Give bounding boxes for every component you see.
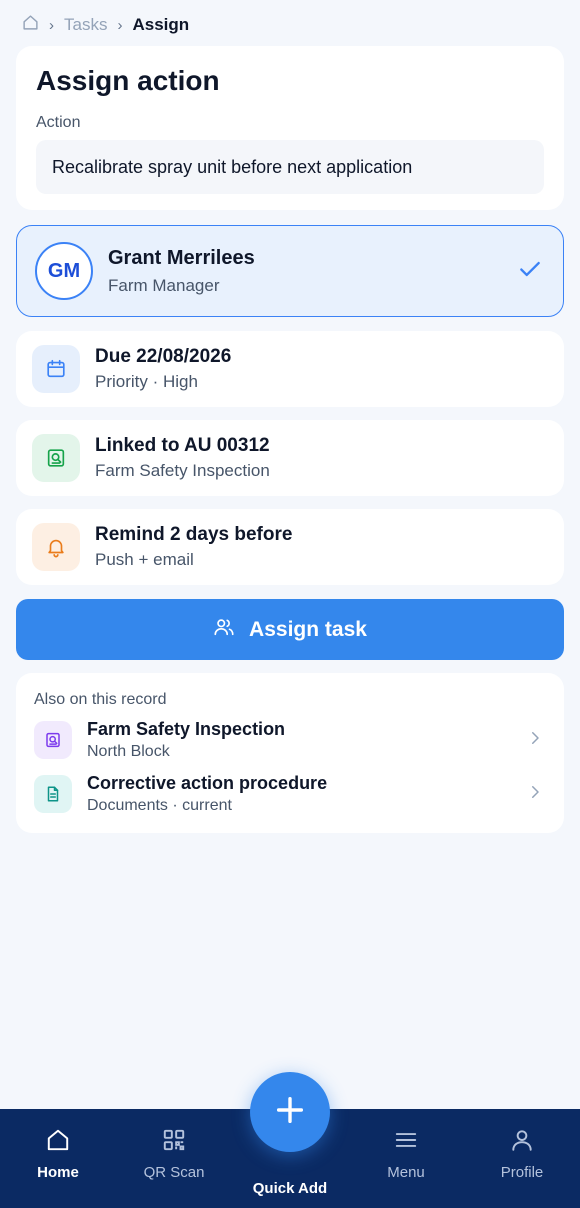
related-records-card: Also on this record Farm Safety Inspecti… — [16, 673, 564, 833]
action-field[interactable]: Recalibrate spray unit before next appli… — [36, 140, 544, 194]
page-title: Assign action — [36, 65, 220, 96]
users-icon — [213, 616, 235, 644]
breadcrumb-separator: › — [49, 16, 54, 34]
due-subtitle: Priority · High — [95, 372, 198, 391]
reminder-subtitle: Push + email — [95, 550, 194, 569]
reminder-title: Remind 2 days before — [95, 524, 293, 545]
inspection-icon — [32, 434, 80, 482]
bell-icon — [32, 523, 80, 571]
avatar: GM — [35, 242, 93, 300]
nav-menu-label: Menu — [387, 1164, 425, 1181]
chevron-right-icon — [526, 783, 546, 806]
assignee-role: Farm Manager — [108, 275, 220, 295]
action-label: Action — [36, 114, 81, 131]
document-icon — [34, 775, 72, 813]
related-item-subtitle: North Block — [87, 743, 170, 760]
quick-add-button[interactable] — [250, 1072, 330, 1152]
quick-add-label: Quick Add — [252, 1180, 328, 1197]
related-heading: Also on this record — [34, 691, 167, 708]
profile-icon — [509, 1127, 535, 1158]
nav-menu[interactable]: Menu — [361, 1127, 451, 1181]
nav-home-label: Home — [37, 1164, 79, 1181]
menu-icon — [393, 1127, 419, 1158]
assignee-name: Grant Merrilees — [108, 246, 255, 269]
nav-qr-label: QR Scan — [143, 1164, 205, 1181]
breadcrumb: › Tasks › Assign — [22, 14, 189, 36]
nav-profile-label: Profile — [500, 1164, 544, 1181]
home-icon[interactable] — [22, 14, 39, 36]
assign-action-card: Assign action Action Recalibrate spray u… — [16, 46, 564, 210]
related-item-title: Corrective action procedure — [87, 773, 328, 793]
plus-icon — [273, 1093, 307, 1132]
nav-home[interactable]: Home — [13, 1127, 103, 1181]
action-value: Recalibrate spray unit before next appli… — [52, 156, 413, 177]
inspection-icon — [34, 721, 72, 759]
related-item-inspection[interactable]: Farm Safety Inspection North Block — [34, 715, 546, 765]
breadcrumb-current: Assign — [132, 15, 190, 34]
calendar-icon — [32, 345, 80, 393]
related-item-procedure[interactable]: Corrective action procedure Documents · … — [34, 769, 546, 819]
due-date-card[interactable]: Due 22/08/2026 Priority · High — [16, 331, 564, 407]
related-item-title: Farm Safety Inspection — [87, 719, 286, 739]
home-icon — [45, 1127, 71, 1158]
nav-qr-scan[interactable]: QR Scan — [129, 1127, 219, 1181]
assignee-card[interactable]: GM Grant Merrilees Farm Manager — [16, 225, 564, 317]
linked-card[interactable]: Linked to AU 00312 Farm Safety Inspectio… — [16, 420, 564, 496]
related-item-subtitle: Documents · current — [87, 797, 232, 814]
chevron-right-icon — [526, 729, 546, 752]
linked-subtitle: Farm Safety Inspection — [95, 461, 270, 480]
nav-profile[interactable]: Profile — [477, 1127, 567, 1181]
assign-task-button[interactable]: Assign task — [16, 599, 564, 660]
reminder-card[interactable]: Remind 2 days before Push + email — [16, 509, 564, 585]
assign-task-label: Assign task — [249, 617, 367, 641]
due-title: Due 22/08/2026 — [95, 346, 232, 367]
breadcrumb-tasks[interactable]: Tasks — [64, 15, 107, 35]
qr-code-icon — [161, 1127, 187, 1158]
breadcrumb-separator: › — [117, 16, 123, 34]
check-icon — [517, 256, 545, 287]
linked-title: Linked to AU 00312 — [95, 435, 270, 456]
